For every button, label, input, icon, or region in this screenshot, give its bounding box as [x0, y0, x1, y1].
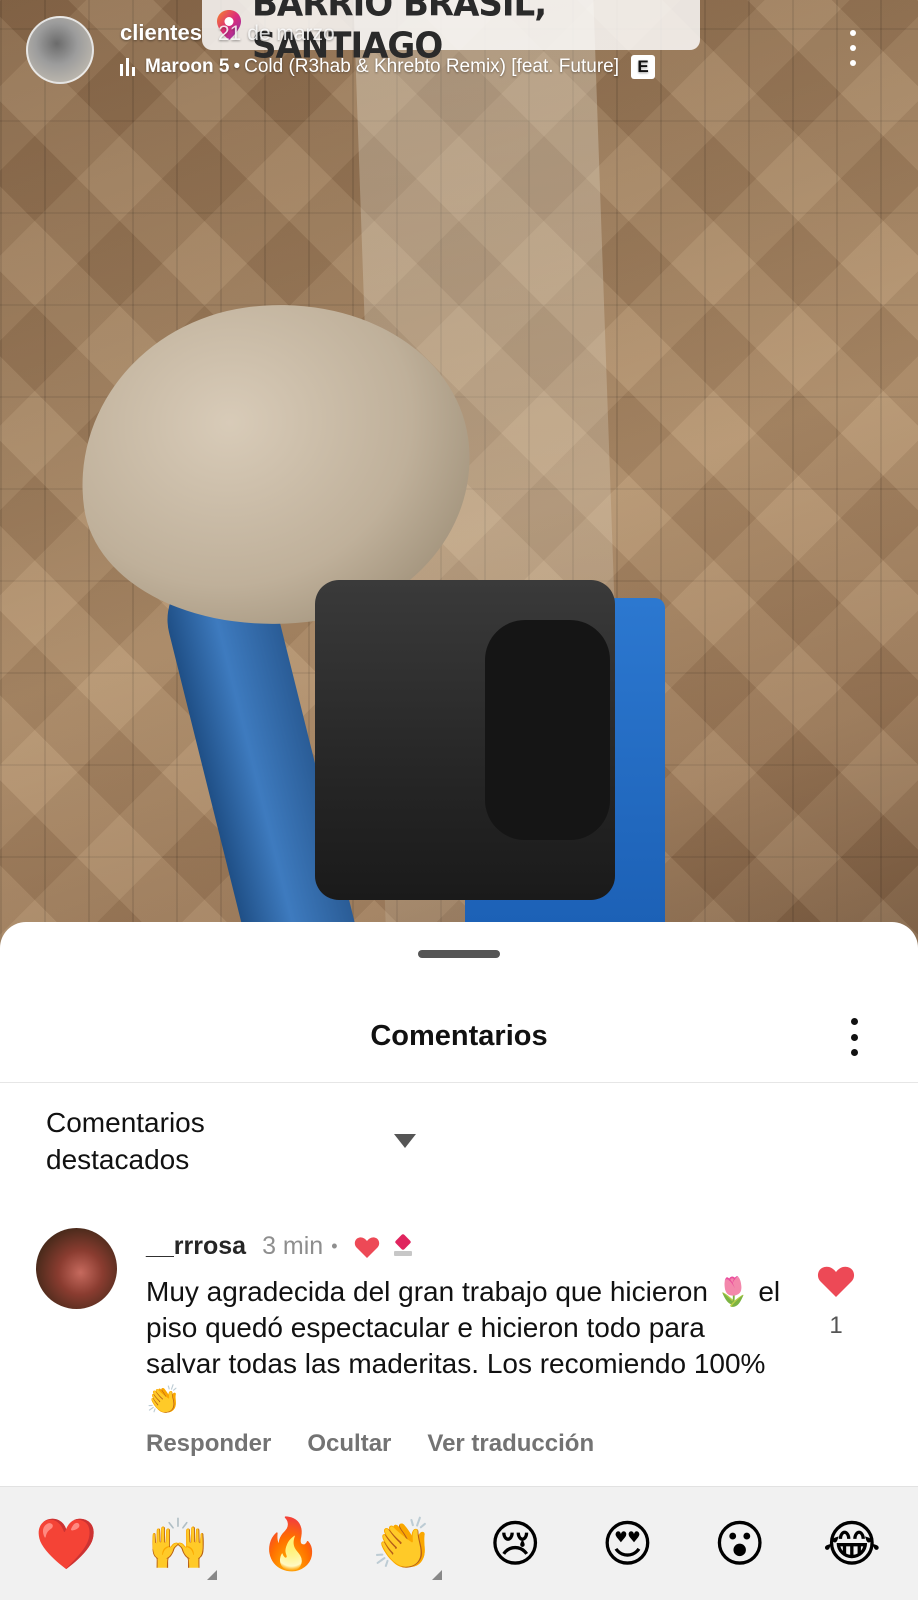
clapping-hands-emoji-button[interactable]: 👏: [368, 1514, 442, 1580]
story-avatar[interactable]: [26, 16, 94, 84]
explicit-badge: E: [631, 55, 655, 79]
music-attribution[interactable]: Maroon 5 • Cold (R3hab & Khrebto Remix) …: [120, 55, 655, 79]
hide-button[interactable]: Ocultar: [307, 1430, 391, 1458]
reply-button[interactable]: Responder: [146, 1430, 271, 1458]
caret-down-icon: [394, 1134, 416, 1148]
story-photo: [0, 0, 918, 950]
laughing-face-emoji-button[interactable]: 😂: [817, 1514, 887, 1574]
comment-header: __rrrosa 3 min •: [146, 1232, 412, 1261]
comments-filter-dropdown[interactable]: Comentarios destacados: [46, 1104, 416, 1178]
fire-emoji-button[interactable]: 🔥: [256, 1514, 326, 1574]
skin-tone-corner-icon: [207, 1569, 218, 1580]
music-artist: Maroon 5: [145, 56, 230, 77]
more-options-icon[interactable]: [848, 30, 858, 66]
music-bars-icon: [120, 58, 135, 76]
comment-dot: •: [331, 1236, 338, 1256]
story-header: BARRIO BRASIL, SANTIAGO clientes 21 de m…: [0, 0, 918, 100]
divider: [0, 1082, 918, 1083]
sheet-title: Comentarios: [370, 1020, 548, 1052]
music-track: Cold (R3hab & Khrebto Remix) [feat. Futu…: [244, 56, 619, 77]
heart-emoji-button[interactable]: ❤️: [31, 1514, 101, 1574]
translate-button[interactable]: Ver traducción: [427, 1430, 594, 1458]
machine-wheel: [485, 620, 610, 840]
comment-time: 3 min: [262, 1232, 324, 1260]
comment-username[interactable]: __rrrosa: [146, 1232, 246, 1261]
story-username[interactable]: clientes: [120, 20, 202, 46]
comment-like[interactable]: 1: [816, 1264, 856, 1340]
comment-text: Muy agradecida del gran trabajo que hici…: [146, 1276, 781, 1415]
sheet-more-icon[interactable]: [850, 1018, 858, 1056]
heart-eyes-emoji-button[interactable]: 😍: [592, 1514, 662, 1574]
comment-avatar[interactable]: [36, 1228, 117, 1309]
drag-handle[interactable]: [418, 950, 500, 958]
surprised-face-emoji-button[interactable]: 😮: [705, 1514, 775, 1574]
story-date: 21 de marzo: [218, 22, 335, 45]
filter-label: Comentarios destacados: [46, 1107, 205, 1175]
emoji-reaction-bar: ❤️ 🙌 🔥 👏 😢 😍 😮 😂: [0, 1486, 918, 1600]
raising-hands-emoji-button[interactable]: 🙌: [143, 1514, 218, 1580]
creator-badge-icon: [393, 1236, 412, 1258]
clapping-hands-emoji: 👏: [371, 1514, 434, 1573]
creator-liked-heart-icon: [354, 1236, 379, 1258]
like-count: 1: [829, 1312, 843, 1339]
crying-face-emoji-button[interactable]: 😢: [480, 1514, 550, 1574]
skin-tone-corner-icon: [431, 1569, 442, 1580]
music-separator: •: [233, 56, 241, 77]
comment-actions: Responder Ocultar Ver traducción: [146, 1430, 594, 1458]
raising-hands-emoji: 🙌: [147, 1514, 210, 1573]
like-heart-icon[interactable]: [817, 1264, 855, 1298]
